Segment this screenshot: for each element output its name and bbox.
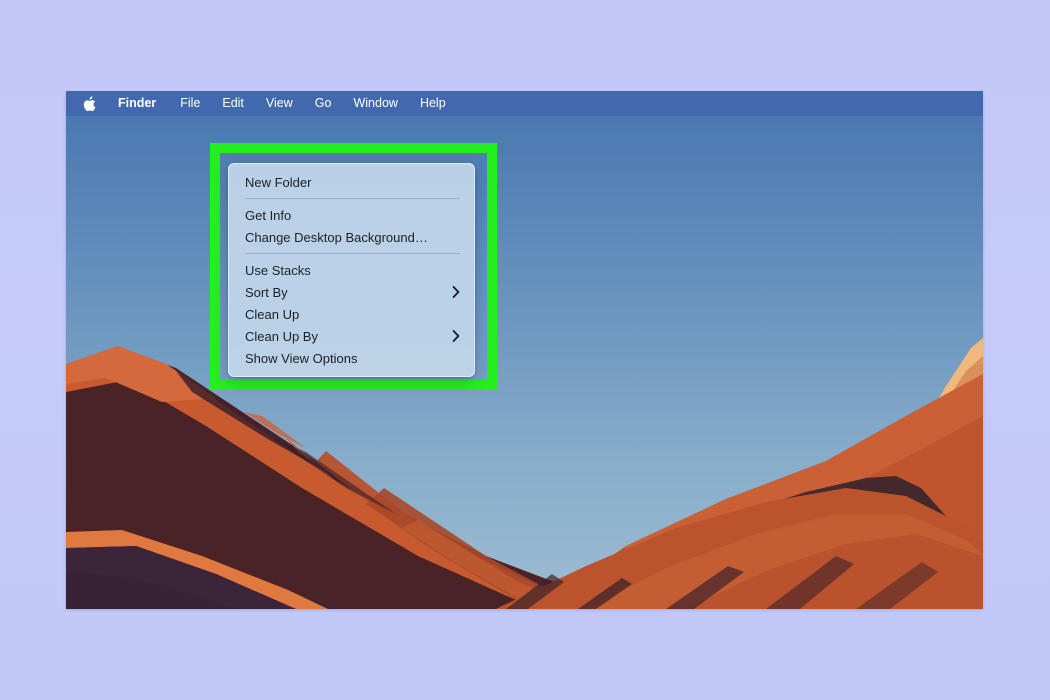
desktop-context-menu[interactable]: New Folder Get Info Change Desktop Backg… [228, 163, 475, 377]
menu-item-label: Change Desktop Background… [245, 229, 428, 245]
macos-menu-bar[interactable]: Finder File Edit View Go Window Help [66, 91, 983, 116]
menubar-item-edit[interactable]: Edit [222, 91, 244, 116]
menu-item-label: Use Stacks [245, 262, 311, 278]
menu-item-label: Clean Up By [245, 328, 318, 344]
menu-item-label: Show View Options [245, 350, 358, 366]
chevron-right-icon [452, 286, 460, 298]
context-menu-item-show-view-options[interactable]: Show View Options [229, 347, 474, 369]
chevron-right-icon [452, 330, 460, 342]
context-menu-item-clean-up[interactable]: Clean Up [229, 303, 474, 325]
context-menu-item-use-stacks[interactable]: Use Stacks [229, 259, 474, 281]
menubar-item-file[interactable]: File [180, 91, 200, 116]
menubar-item-go[interactable]: Go [315, 91, 332, 116]
menu-item-label: New Folder [245, 174, 312, 190]
menubar-item-finder[interactable]: Finder [118, 91, 156, 116]
menu-item-label: Sort By [245, 284, 288, 300]
menubar-item-view[interactable]: View [266, 91, 293, 116]
context-menu-separator [245, 253, 460, 254]
menubar-item-help[interactable]: Help [420, 91, 446, 116]
context-menu-item-new-folder[interactable]: New Folder [229, 171, 474, 193]
context-menu-item-clean-up-by[interactable]: Clean Up By [229, 325, 474, 347]
apple-logo-icon[interactable] [82, 95, 96, 112]
desktop-wallpaper [66, 116, 983, 609]
menu-item-label: Clean Up [245, 306, 300, 322]
context-menu-item-change-desktop-background[interactable]: Change Desktop Background… [229, 226, 474, 248]
screenshot-canvas: Finder File Edit View Go Window Help New… [0, 0, 1050, 700]
macos-desktop-window: Finder File Edit View Go Window Help New… [66, 91, 983, 609]
context-menu-item-sort-by[interactable]: Sort By [229, 281, 474, 303]
menubar-item-window[interactable]: Window [353, 91, 397, 116]
context-menu-separator [245, 198, 460, 199]
context-menu-item-get-info[interactable]: Get Info [229, 204, 474, 226]
menu-item-label: Get Info [245, 207, 292, 223]
